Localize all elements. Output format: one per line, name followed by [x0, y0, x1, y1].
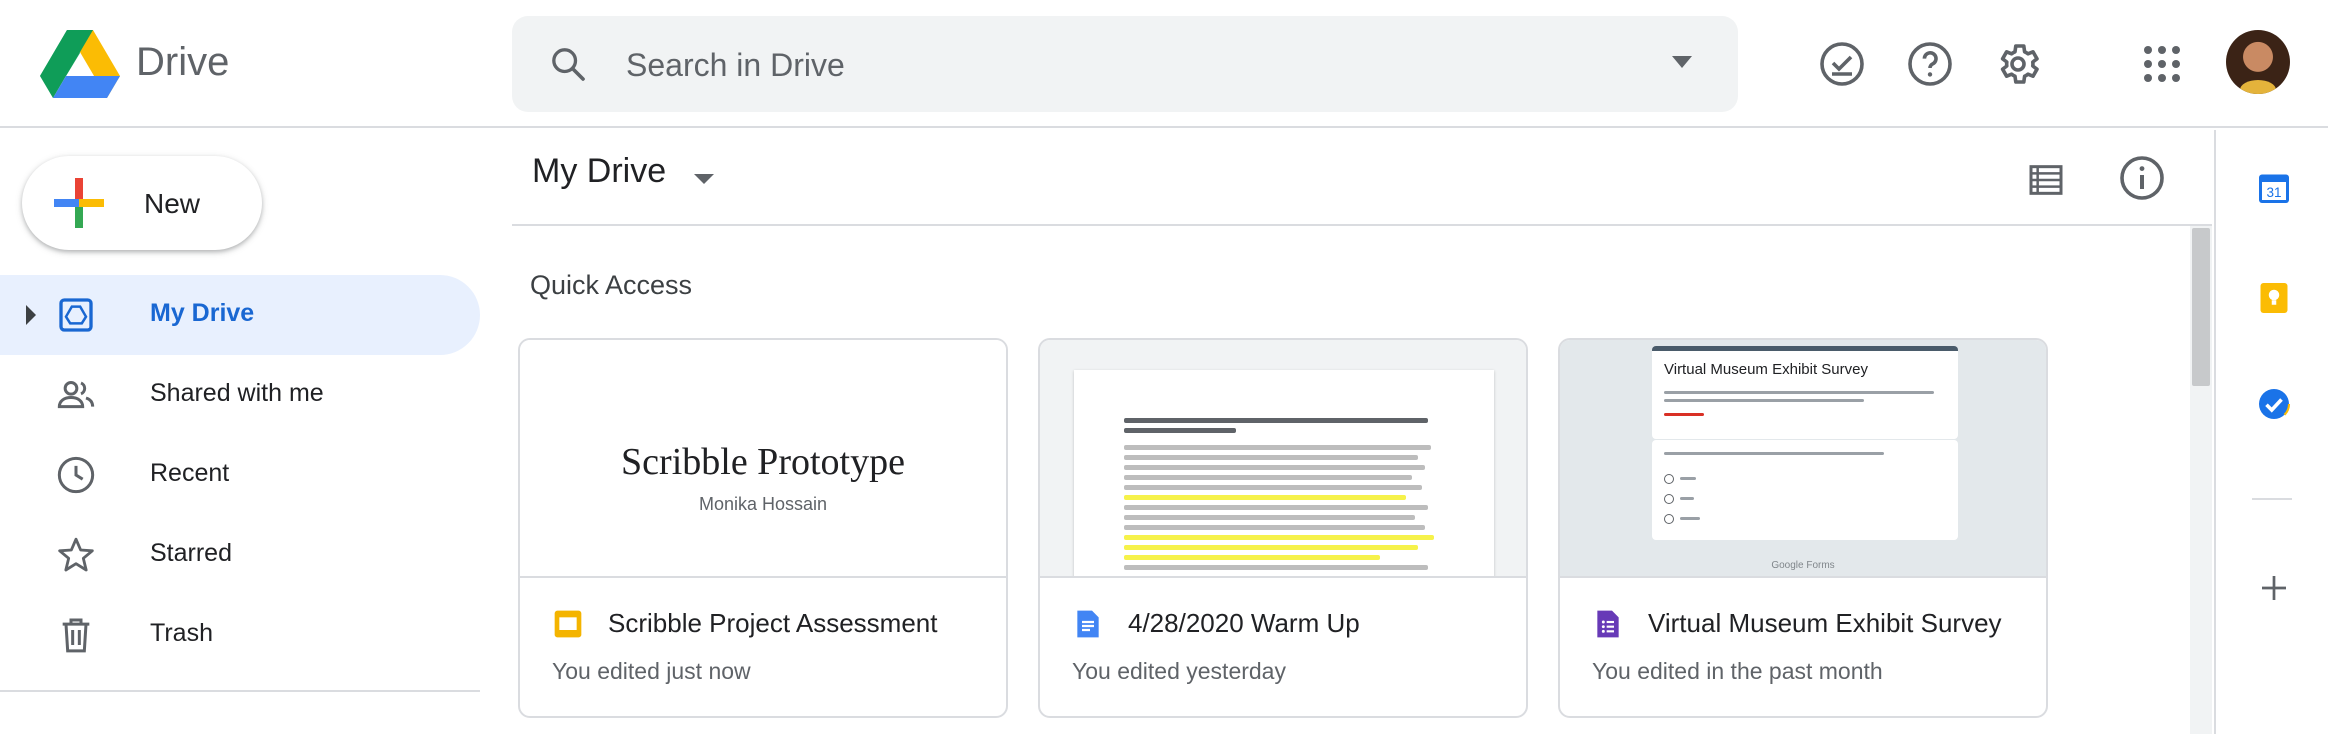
- file-edited-status: You edited in the past month: [1592, 658, 1883, 684]
- file-thumbnail: Scribble Prototype Monika Hossain: [520, 340, 1006, 578]
- document-page-preview: [1074, 370, 1494, 576]
- quick-access-card[interactable]: Scribble Prototype Monika Hossain Scribb…: [518, 338, 1008, 718]
- sidebar-item-label: My Drive: [150, 299, 255, 327]
- form-header-preview: Virtual Museum Exhibit Survey: [1652, 346, 1958, 439]
- form-preview-footer: Google Forms: [1771, 560, 1835, 571]
- offline-ready-icon[interactable]: [1818, 40, 1866, 88]
- calendar-icon[interactable]: 31: [2256, 170, 2292, 206]
- sidebar-item-label: Trash: [150, 619, 213, 647]
- docs-file-icon: [1077, 610, 1099, 638]
- page-title[interactable]: My Drive: [532, 152, 666, 191]
- file-edited-status: You edited yesterday: [1072, 658, 1286, 684]
- quick-access-card[interactable]: Virtual Museum Exhibit Survey Google For…: [1558, 338, 2048, 718]
- tasks-icon[interactable]: [2256, 386, 2292, 422]
- keep-icon[interactable]: [2256, 280, 2292, 316]
- quick-access-heading: Quick Access: [530, 270, 693, 300]
- file-edited-status: You edited just now: [552, 658, 751, 684]
- sidebar-item-label: Starred: [150, 539, 232, 567]
- file-name: Scribble Project Assessment: [608, 608, 938, 638]
- file-name: Virtual Museum Exhibit Survey: [1648, 608, 2002, 638]
- new-button[interactable]: New: [22, 156, 262, 250]
- sidebar-item-my-drive[interactable]: My Drive: [0, 275, 480, 355]
- main-header: My Drive: [512, 130, 2212, 226]
- form-question-preview: [1652, 440, 1958, 540]
- title-dropdown-icon[interactable]: [694, 174, 714, 184]
- list-view-icon[interactable]: [2026, 160, 2066, 200]
- file-thumbnail: Virtual Museum Exhibit Survey Google For…: [1560, 340, 2046, 578]
- file-name: 4/28/2020 Warm Up: [1128, 608, 1360, 638]
- search-options-icon[interactable]: [1672, 56, 1692, 68]
- search-bar[interactable]: [512, 16, 1738, 112]
- people-icon: [57, 381, 95, 409]
- my-drive-icon: [59, 298, 93, 332]
- new-button-label: New: [144, 188, 201, 219]
- help-icon[interactable]: [1906, 40, 1954, 88]
- scrollbar-thumb[interactable]: [2192, 228, 2210, 386]
- form-preview-title: Virtual Museum Exhibit Survey: [1664, 361, 1868, 378]
- apps-grid-icon[interactable]: [2138, 40, 2186, 88]
- slides-file-icon: [554, 610, 582, 638]
- app-name[interactable]: Drive: [136, 40, 229, 85]
- account-avatar[interactable]: [2226, 30, 2290, 94]
- sidebar-item-shared-with-me[interactable]: Shared with me: [0, 355, 480, 435]
- sidebar-divider: [0, 690, 480, 692]
- expand-arrow-icon[interactable]: [26, 305, 36, 325]
- side-panel-divider: [2252, 498, 2292, 500]
- sidebar-item-recent[interactable]: Recent: [0, 435, 480, 515]
- trash-icon: [62, 618, 90, 653]
- top-bar: Drive: [0, 0, 2328, 128]
- file-thumbnail: [1040, 340, 1526, 578]
- clock-icon: [57, 456, 95, 494]
- plus-icon: [54, 178, 104, 228]
- side-panel: 31: [2214, 130, 2328, 734]
- thumbnail-author: Monika Hossain: [698, 494, 828, 514]
- add-addon-icon[interactable]: [2256, 570, 2292, 606]
- forms-file-icon: [1597, 610, 1619, 638]
- star-icon: [58, 537, 94, 572]
- quick-access-card[interactable]: 4/28/2020 Warm Up You edited yesterday: [1038, 338, 1528, 718]
- thumbnail-title: Scribble Prototype: [621, 441, 905, 483]
- calendar-day-number: 31: [2266, 185, 2281, 200]
- search-input[interactable]: [624, 38, 1528, 92]
- drive-logo-icon[interactable]: [40, 30, 120, 98]
- sidebar-item-trash[interactable]: Trash: [0, 595, 480, 675]
- sidebar-item-label: Shared with me: [150, 379, 324, 407]
- sidebar-item-starred[interactable]: Starred: [0, 515, 480, 595]
- info-icon[interactable]: [2118, 154, 2166, 202]
- settings-gear-icon[interactable]: [1994, 40, 2042, 88]
- search-icon[interactable]: [548, 44, 588, 84]
- sidebar-item-label: Recent: [150, 459, 230, 487]
